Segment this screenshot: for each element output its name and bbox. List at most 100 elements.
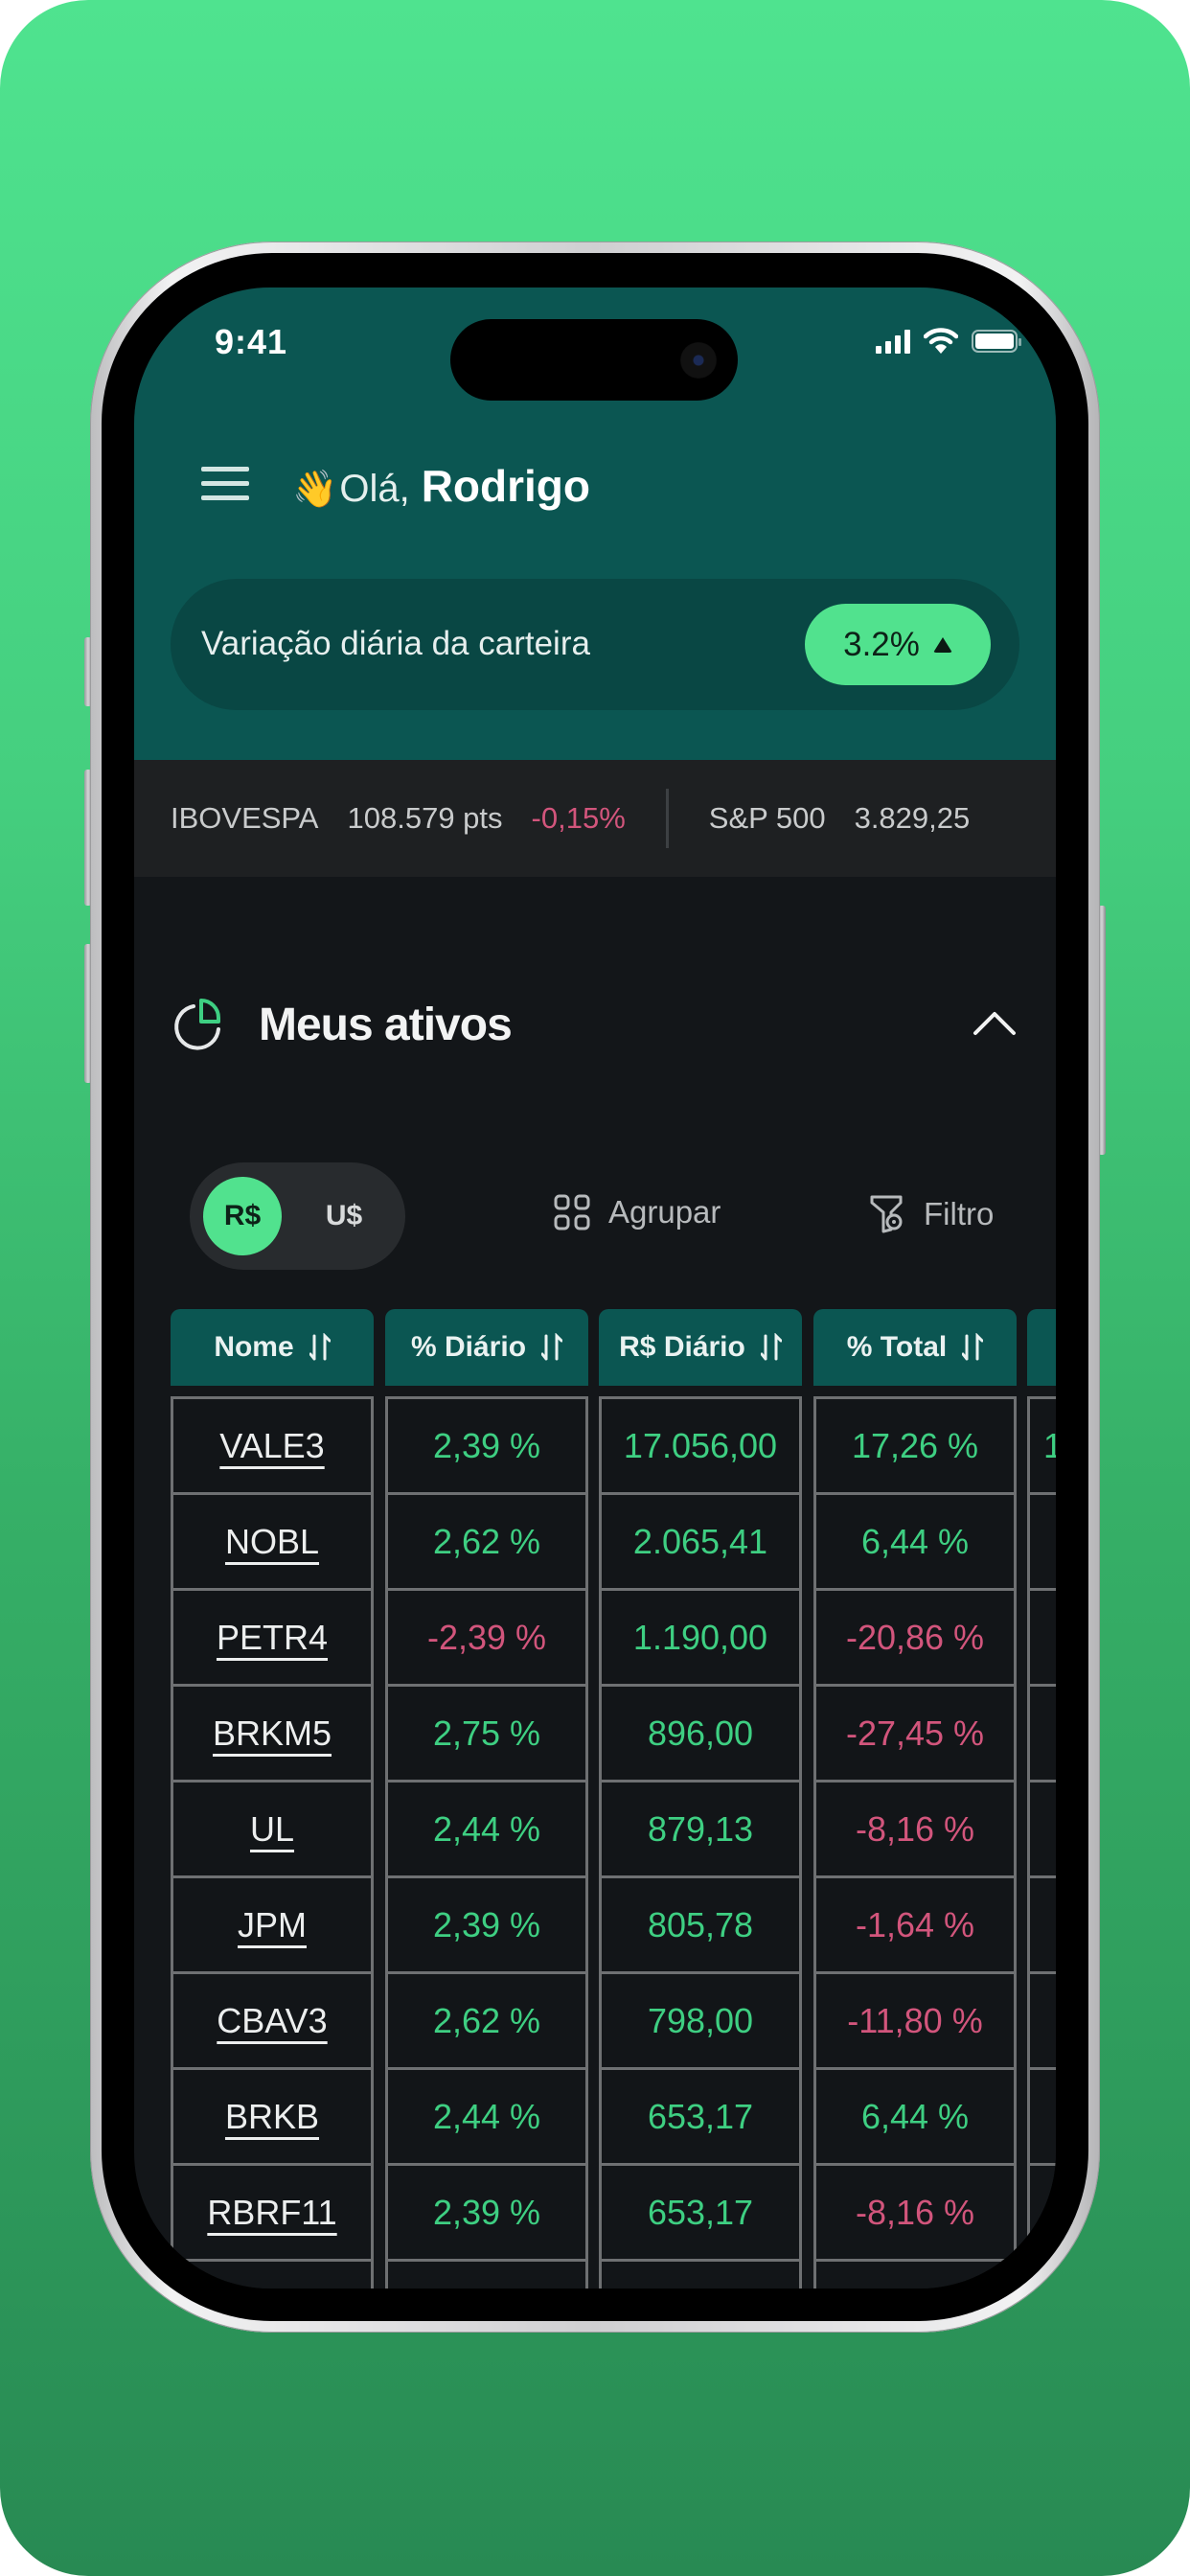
greeting: 👋 Olá, Rodrigo	[292, 460, 590, 512]
asset-name-link[interactable]: NOBL	[171, 1492, 374, 1588]
pie-chart-icon	[174, 999, 220, 1050]
currency-option-usd[interactable]: U$	[305, 1177, 383, 1255]
table-cell-daily-pct: 2,62 %	[385, 1971, 588, 2067]
table-cell-total-pct: 17,26 %	[813, 1396, 1017, 1492]
asset-name-link[interactable]: BRKB	[171, 2067, 374, 2163]
app-header: 9:41 👋 Olá, Rodrigo Variação diária da c…	[134, 288, 1056, 760]
asset-name-link[interactable]: VALE3	[171, 1396, 374, 1492]
table-cell-total-pct: -11,80 %	[813, 1971, 1017, 2067]
filter-button[interactable]: Filtro	[868, 1193, 994, 1235]
table-cell-extra	[1027, 2163, 1056, 2259]
portfolio-variation-value: 3.2%	[843, 625, 920, 663]
table-cell-daily-brl: 2.065,41	[599, 1492, 802, 1588]
background-canvas: 9:41 👋 Olá, Rodrigo Variação diária da c…	[0, 0, 1190, 2576]
market-ticker: IBOVESPA 108.579 pts -0,15% S&P 500 3.82…	[134, 760, 1056, 877]
table-cell-daily-brl: 896,00	[599, 1684, 802, 1780]
app-screen: 9:41 👋 Olá, Rodrigo Variação diária da c…	[134, 288, 1056, 2288]
table-cell-daily-brl: 1.190,00	[599, 1588, 802, 1684]
asset-name-link[interactable]	[171, 2259, 374, 2288]
currency-option-brl[interactable]: R$	[203, 1177, 282, 1255]
table-cell-daily-brl: 805,78	[599, 1875, 802, 1971]
dynamic-island	[450, 319, 738, 401]
column-header-label: R$ Diário	[619, 1331, 745, 1363]
table-cell-total-pct: -8,16 %	[813, 1780, 1017, 1875]
column-header-extra[interactable]: R	[1027, 1309, 1056, 1386]
column-header-label: % Total	[846, 1331, 948, 1363]
section-title: Meus ativos	[259, 999, 513, 1050]
table-cell-daily-brl	[599, 2259, 802, 2288]
waving-hand-icon: 👋	[292, 470, 338, 510]
table-cell-daily-brl: 653,17	[599, 2067, 802, 2163]
sort-icon[interactable]	[962, 1332, 984, 1363]
sort-icon[interactable]	[760, 1332, 782, 1363]
status-time: 9:41	[215, 322, 288, 361]
group-label: Agrupar	[608, 1194, 721, 1230]
table-cell-total-pct	[813, 2259, 1017, 2288]
ticker-divider	[665, 789, 669, 848]
portfolio-variation-card: Variação diária da carteira 3.2%	[171, 579, 1019, 710]
asset-name-link[interactable]: CBAV3	[171, 1971, 374, 2067]
column-header-daily-brl[interactable]: R$ Diário	[599, 1309, 802, 1386]
portfolio-variation-label: Variação diária da carteira	[201, 625, 590, 662]
greeting-text: Olá,	[339, 468, 410, 510]
sort-icon[interactable]	[309, 1332, 331, 1363]
table-cell-extra	[1027, 1971, 1056, 2067]
table-cell-extra	[1027, 1684, 1056, 1780]
table-cell-daily-pct: -2,39 %	[385, 1588, 588, 1684]
column-header-label: % Diário	[410, 1331, 527, 1363]
table-cell-extra	[1027, 2259, 1056, 2288]
column-header-label: Nome	[214, 1331, 294, 1363]
table-cell-extra	[1027, 1492, 1056, 1588]
asset-name-link[interactable]: PETR4	[171, 1588, 374, 1684]
table-cell-total-pct: -20,86 %	[813, 1588, 1017, 1684]
camera-icon	[680, 342, 717, 379]
column-header-total-pct[interactable]: % Total	[813, 1309, 1017, 1386]
wifi-icon	[924, 328, 958, 354]
table-cell-daily-pct: 2,75 %	[385, 1684, 588, 1780]
arrow-up-icon	[932, 636, 952, 653]
ticker-index-value: 108.579 pts	[347, 801, 503, 835]
ticker-index-value: 3.829,25	[854, 801, 971, 835]
table-cell-daily-pct: 2,39 %	[385, 1875, 588, 1971]
asset-name-link[interactable]: JPM	[171, 1875, 374, 1971]
table-cell-total-pct: 6,44 %	[813, 1492, 1017, 1588]
table-cell-total-pct: 6,44 %	[813, 2067, 1017, 2163]
column-header-daily-pct[interactable]: % Diário	[385, 1309, 588, 1386]
user-name: Rodrigo	[421, 461, 590, 511]
table-cell-daily-brl: 798,00	[599, 1971, 802, 2067]
group-button[interactable]: Agrupar	[553, 1193, 721, 1231]
table-cell-total-pct: -8,16 %	[813, 2163, 1017, 2259]
status-icons	[876, 328, 1021, 355]
cellular-signal-icon	[876, 329, 910, 354]
currency-toggle[interactable]: R$ U$	[190, 1162, 405, 1270]
column-header-name[interactable]: Nome	[171, 1309, 374, 1386]
table-cell-daily-pct: 2,44 %	[385, 1780, 588, 1875]
ticker-index-name: IBOVESPA	[171, 801, 319, 835]
asset-name-link[interactable]: UL	[171, 1780, 374, 1875]
table-cell-extra	[1027, 2067, 1056, 2163]
table-cell-daily-pct: 2,44 %	[385, 2067, 588, 2163]
grid-icon	[554, 1194, 590, 1230]
table-cell-daily-pct: 2,39 %	[385, 2163, 588, 2259]
asset-name-link[interactable]: BRKM5	[171, 1684, 374, 1780]
asset-name-link[interactable]: RBRF11	[171, 2163, 374, 2259]
my-assets-header: Meus ativos	[172, 997, 513, 1052]
sort-icon[interactable]	[541, 1332, 563, 1363]
battery-icon	[972, 330, 1021, 353]
table-cell-extra	[1027, 1588, 1056, 1684]
ticker-index-change: -0,15%	[531, 801, 626, 835]
ticker-index-name: S&P 500	[708, 801, 826, 835]
table-cell-extra: 1	[1027, 1396, 1056, 1492]
table-cell-total-pct: -27,45 %	[813, 1684, 1017, 1780]
hamburger-menu-icon[interactable]	[201, 467, 249, 501]
filter-icon	[870, 1195, 903, 1233]
table-cell-daily-pct: 2,62 %	[385, 1492, 588, 1588]
chevron-up-icon[interactable]	[968, 1004, 1021, 1043]
table-cell-total-pct: -1,64 %	[813, 1875, 1017, 1971]
table-cell-daily-brl: 653,17	[599, 2163, 802, 2259]
table-cell-daily-pct: 2,39 %	[385, 1396, 588, 1492]
table-cell-daily-brl: 879,13	[599, 1780, 802, 1875]
table-cell-extra	[1027, 1780, 1056, 1875]
table-cell-daily-pct	[385, 2259, 588, 2288]
table-cell-extra	[1027, 1875, 1056, 1971]
